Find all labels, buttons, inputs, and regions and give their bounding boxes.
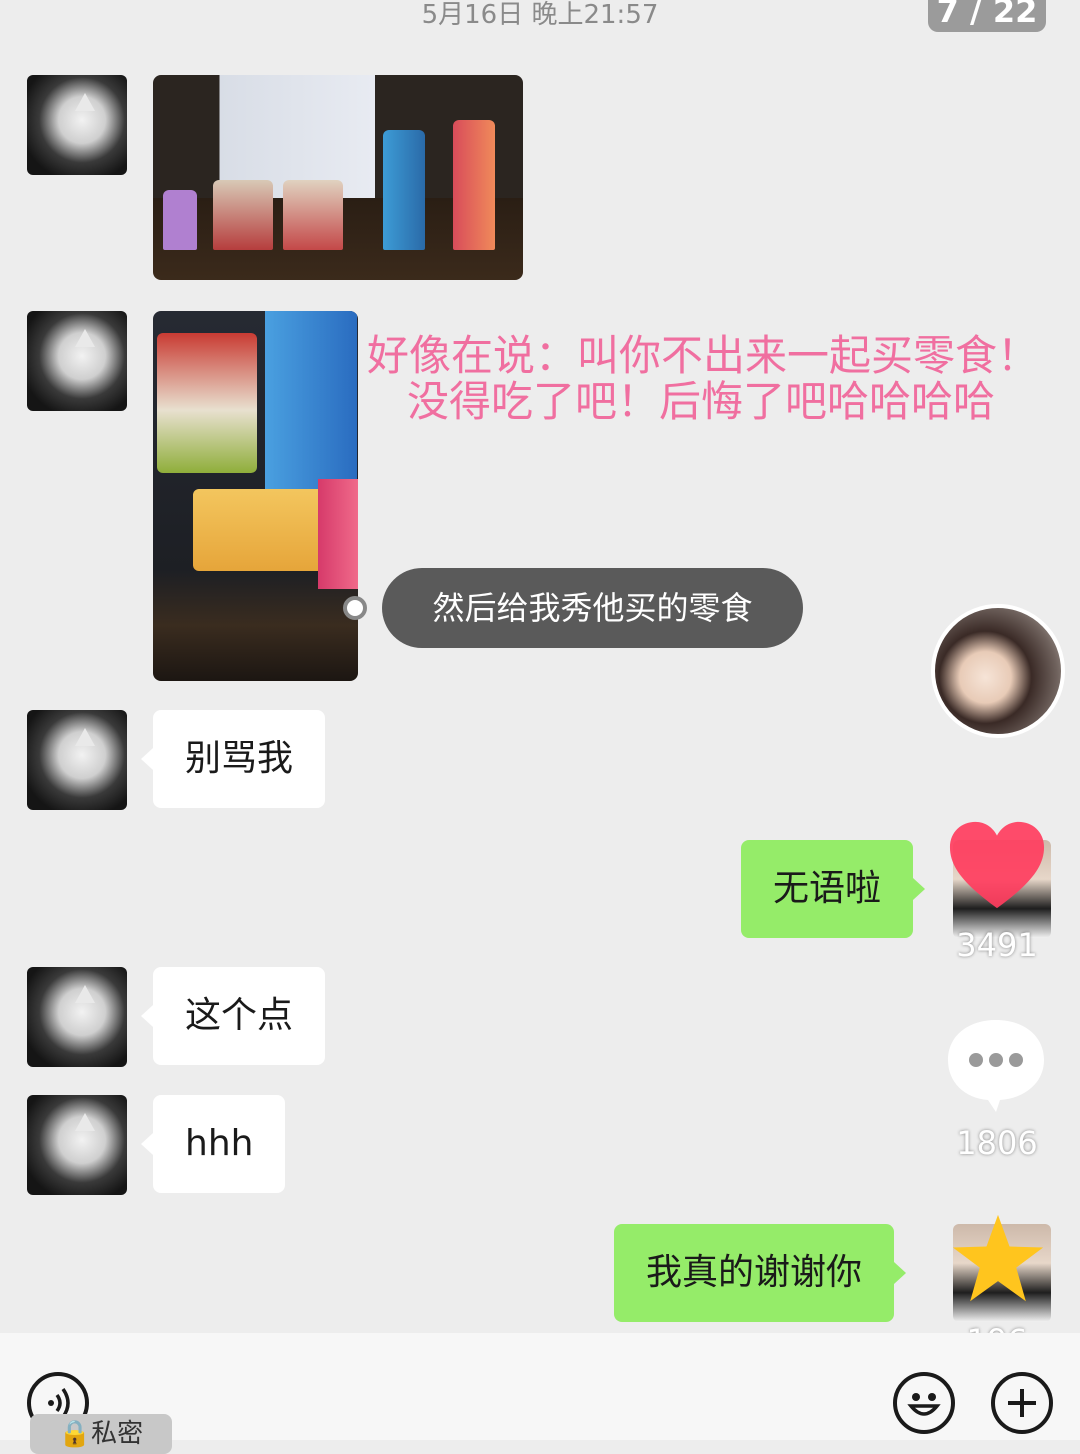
image-message-noodles[interactable] [153,311,358,681]
overlay-caption: 好像在说：叫你不出来一起买零食！ 没得吃了吧！后悔了吧哈哈哈哈 [367,331,1040,426]
snack-can [453,120,495,250]
contact-avatar[interactable] [27,1095,127,1195]
overlay-pill: 然后给我秀他买的零食 [382,568,803,648]
lock-icon: 🔒 [58,1419,92,1449]
snack-can [383,130,425,250]
private-tag[interactable]: 🔒私密 [30,1414,172,1454]
contact-avatar[interactable] [27,311,127,411]
snack-box [163,190,197,250]
voice-icon-wave [55,1393,62,1413]
star-icon[interactable] [950,1212,1046,1308]
comment-dot [969,1053,983,1067]
cat-ear [75,1113,95,1131]
snack-cup [283,180,343,250]
comment-count: 1806 [956,1124,1038,1162]
cat-ear [75,93,95,111]
comment-dot [989,1053,1003,1067]
heart-shape [949,821,1045,909]
heart-icon[interactable] [948,818,1046,916]
message-bubble[interactable]: 这个点 [140,967,326,1065]
page-counter-badge: 7 / 22 [928,0,1046,32]
plus-button[interactable] [991,1372,1053,1434]
plus-icon [1008,1389,1036,1417]
image-message-snacks[interactable] [153,75,523,280]
comment-icon[interactable] [944,1016,1048,1112]
voice-icon-wave [61,1387,70,1419]
self-message-bubble[interactable]: 我真的谢谢你 [614,1224,907,1322]
message-bubble[interactable]: 别骂我 [140,710,326,808]
contact-avatar[interactable] [27,967,127,1067]
comment-dot [1009,1053,1023,1067]
emoji-mouth [907,1404,941,1416]
emoji-eye [912,1393,920,1401]
emoji-button[interactable] [893,1372,955,1434]
star-shape [952,1214,1044,1302]
contact-avatar[interactable] [27,75,127,175]
voice-icon-dot [48,1400,54,1406]
snack-cup [213,180,273,250]
like-count: 3491 [956,926,1038,964]
pink-can [318,479,358,589]
creator-avatar[interactable] [931,604,1065,738]
cat-ear [75,728,95,746]
plus-icon-stroke [1008,1389,1036,1417]
timestamp: 5月16日 晚上21:57 [421,0,659,30]
emoji-eye [928,1393,936,1401]
pill-dot [343,596,367,620]
cat-ear [75,329,95,347]
message-bubble[interactable]: hhh [140,1095,286,1193]
cup-noodles [157,333,257,473]
emoji-icon [907,1393,941,1416]
contact-avatar[interactable] [27,710,127,810]
self-message-bubble[interactable]: 无语啦 [741,840,926,938]
cat-ear [75,985,95,1003]
private-label: 私密 [91,1419,144,1449]
